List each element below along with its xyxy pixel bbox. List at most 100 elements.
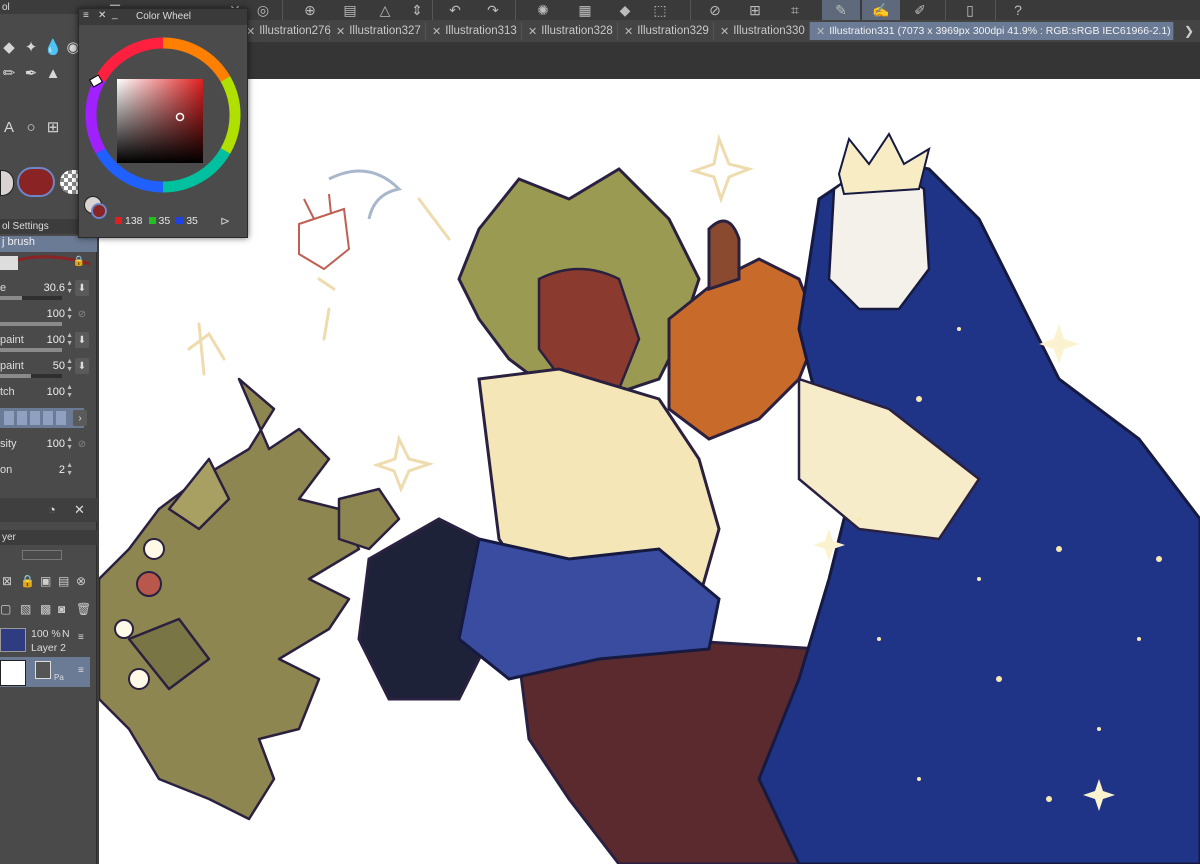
brush-name-row[interactable]: j brush: [0, 236, 97, 252]
no-pressure-icon[interactable]: ⊘: [75, 306, 89, 322]
slider[interactable]: [0, 296, 62, 300]
invert-selection-icon[interactable]: ⊞: [740, 0, 770, 20]
brush-density-value[interactable]: 100: [47, 438, 65, 450]
close-icon[interactable]: ✕: [98, 10, 106, 21]
deselect-icon[interactable]: ⊘: [700, 0, 730, 20]
brush-density-row[interactable]: sity 100 ▲ ▼ ⊘: [0, 436, 97, 460]
save-icon[interactable]: ▤: [335, 0, 365, 20]
spinner-icon[interactable]: ▲ ▼: [66, 280, 73, 296]
close-tab-icon[interactable]: ✕: [624, 25, 633, 38]
text-tool-icon[interactable]: A: [0, 118, 18, 136]
brush-mode-icon[interactable]: ✍: [862, 0, 900, 20]
pen-tool-icon[interactable]: ✏: [0, 64, 18, 82]
slider[interactable]: [0, 374, 62, 378]
blend-icon[interactable]: 💧: [44, 38, 63, 56]
density-of-paint-row[interactable]: paint 50 ▲ ▼ ⬇: [0, 358, 97, 382]
spinner-icon[interactable]: ▲ ▼: [66, 332, 73, 348]
blend-mode-dropdown[interactable]: [22, 550, 62, 560]
reset-icon[interactable]: ◔: [48, 502, 56, 517]
no-pressure-icon[interactable]: ⊘: [75, 436, 89, 452]
layer-menu-icon[interactable]: ≡: [78, 632, 84, 643]
scroll-arrows-icon[interactable]: ⇕: [402, 0, 432, 20]
brush-size-row[interactable]: e 30.6 ▲ ▼ ⬇: [0, 280, 97, 304]
close-tab-icon[interactable]: ✕: [816, 25, 825, 38]
spinner-icon[interactable]: ▲ ▼: [66, 306, 73, 322]
pressure-icon[interactable]: ⬇: [75, 358, 89, 374]
sparkle-tool-icon[interactable]: ✦: [22, 38, 40, 56]
color-wheel[interactable]: [83, 35, 243, 195]
lock-icon[interactable]: 🔒: [73, 256, 85, 267]
opacity-value[interactable]: 100: [47, 308, 65, 320]
eraser-icon[interactable]: ◆: [0, 38, 18, 56]
redo-icon[interactable]: ↷: [478, 0, 508, 20]
mask-icon[interactable]: ⊗: [76, 574, 86, 588]
sub-color-chip[interactable]: [17, 167, 55, 197]
tab-scroll-right-icon[interactable]: ❯: [1178, 22, 1200, 40]
fill-icon[interactable]: ◆: [610, 0, 640, 20]
canvas-paper[interactable]: [99, 79, 1200, 864]
stretch-row[interactable]: tch 100 ▲ ▼: [0, 384, 97, 408]
new-layer-icon[interactable]: ⊕: [295, 0, 325, 20]
lock-icon[interactable]: 🔒: [20, 574, 35, 588]
spinner-icon[interactable]: ▲ ▼: [66, 436, 73, 452]
close-tab-icon[interactable]: ✕: [528, 25, 537, 38]
new-layer-icon[interactable]: ▢: [0, 602, 11, 616]
color-wheel-titlebar[interactable]: ≡ ✕ _ Color Wheel: [79, 9, 247, 25]
brush-size-value[interactable]: 30.6: [44, 282, 65, 294]
stretch-value[interactable]: 100: [47, 386, 65, 398]
slider[interactable]: [0, 348, 62, 352]
fill-tool-icon[interactable]: ▲: [44, 64, 62, 82]
clip-studio-icon[interactable]: ◎: [248, 0, 278, 20]
main-color-chip[interactable]: [0, 170, 14, 196]
document-tab-active[interactable]: ✕ Illustration331 (7073 x 3969px 300dpi …: [810, 22, 1174, 40]
spinner-icon[interactable]: ▲ ▼: [66, 384, 73, 400]
lock-icon[interactable]: ⊠: [2, 574, 12, 588]
amount-of-paint-row[interactable]: paint 100 ▲ ▼ ⬇: [0, 332, 97, 356]
loading-icon[interactable]: ✺: [528, 0, 558, 20]
selection-icon[interactable]: ⬚: [645, 0, 675, 20]
document-tab[interactable]: ✕ Illustration276: [240, 22, 331, 40]
wrench-icon[interactable]: ✕: [74, 502, 85, 518]
close-tab-icon[interactable]: ✕: [432, 25, 441, 38]
trash-icon[interactable]: 🗑: [76, 602, 91, 616]
pressure-icon[interactable]: ⬇: [75, 332, 89, 348]
frame-tool-icon[interactable]: ⊞: [44, 118, 62, 136]
undo-icon[interactable]: ↶: [440, 0, 470, 20]
pressure-icon[interactable]: ⬇: [75, 280, 89, 296]
layer-row-selected[interactable]: Pa ≡: [0, 657, 90, 687]
spinner-icon[interactable]: ▲ ▼: [66, 462, 73, 478]
color-mode-toggle-icon[interactable]: ⊳: [220, 214, 230, 228]
clear-icon[interactable]: ▦: [570, 0, 600, 20]
current-color-indicator[interactable]: [84, 196, 110, 222]
edit-icon[interactable]: ✐: [905, 0, 935, 20]
new-vector-layer-icon[interactable]: ▧: [20, 602, 31, 616]
mask-layer-icon[interactable]: ◙: [58, 602, 65, 616]
balloon-tool-icon[interactable]: ○: [22, 118, 40, 136]
chevron-right-icon[interactable]: ›: [73, 410, 87, 426]
reference-icon[interactable]: ▤: [58, 574, 69, 588]
drag-handle-icon[interactable]: ≡: [83, 10, 89, 21]
crop-icon[interactable]: ⌗: [780, 0, 810, 20]
opacity-row[interactable]: 100 ▲ ▼ ⊘: [0, 306, 97, 330]
paint-amount-value[interactable]: 100: [47, 334, 65, 346]
color-wheel-panel[interactable]: ≡ ✕ _ Color Wheel 138 35 35 ⊳: [78, 8, 248, 238]
layer-menu-icon[interactable]: ≡: [78, 665, 84, 676]
layer-row[interactable]: 100 % N Layer 2 ≡: [0, 626, 90, 656]
document-tab[interactable]: ✕ Illustration328: [522, 22, 618, 40]
clip-icon[interactable]: ▣: [40, 574, 51, 588]
document-tab[interactable]: ✕ Illustration313: [426, 22, 522, 40]
new-folder-icon[interactable]: ▩: [40, 602, 51, 616]
eyedropper-icon[interactable]: ✒: [22, 64, 40, 82]
smartphone-icon[interactable]: ▯: [955, 0, 985, 20]
brush-shape-selector[interactable]: [0, 408, 84, 428]
paint-density-value[interactable]: 50: [53, 360, 65, 372]
document-tab[interactable]: ✕ Illustration327: [330, 22, 426, 40]
close-tab-icon[interactable]: ✕: [720, 25, 729, 38]
stabilization-row[interactable]: on 2 ▲ ▼: [0, 462, 97, 486]
minimize-icon[interactable]: _: [112, 9, 118, 20]
document-tab[interactable]: ✕ Illustration329: [618, 22, 714, 40]
export-icon[interactable]: △: [370, 0, 400, 20]
transparent-color-chip[interactable]: [60, 170, 78, 194]
pen-mode-icon[interactable]: ✎: [822, 0, 860, 20]
close-tab-icon[interactable]: ✕: [336, 25, 345, 38]
